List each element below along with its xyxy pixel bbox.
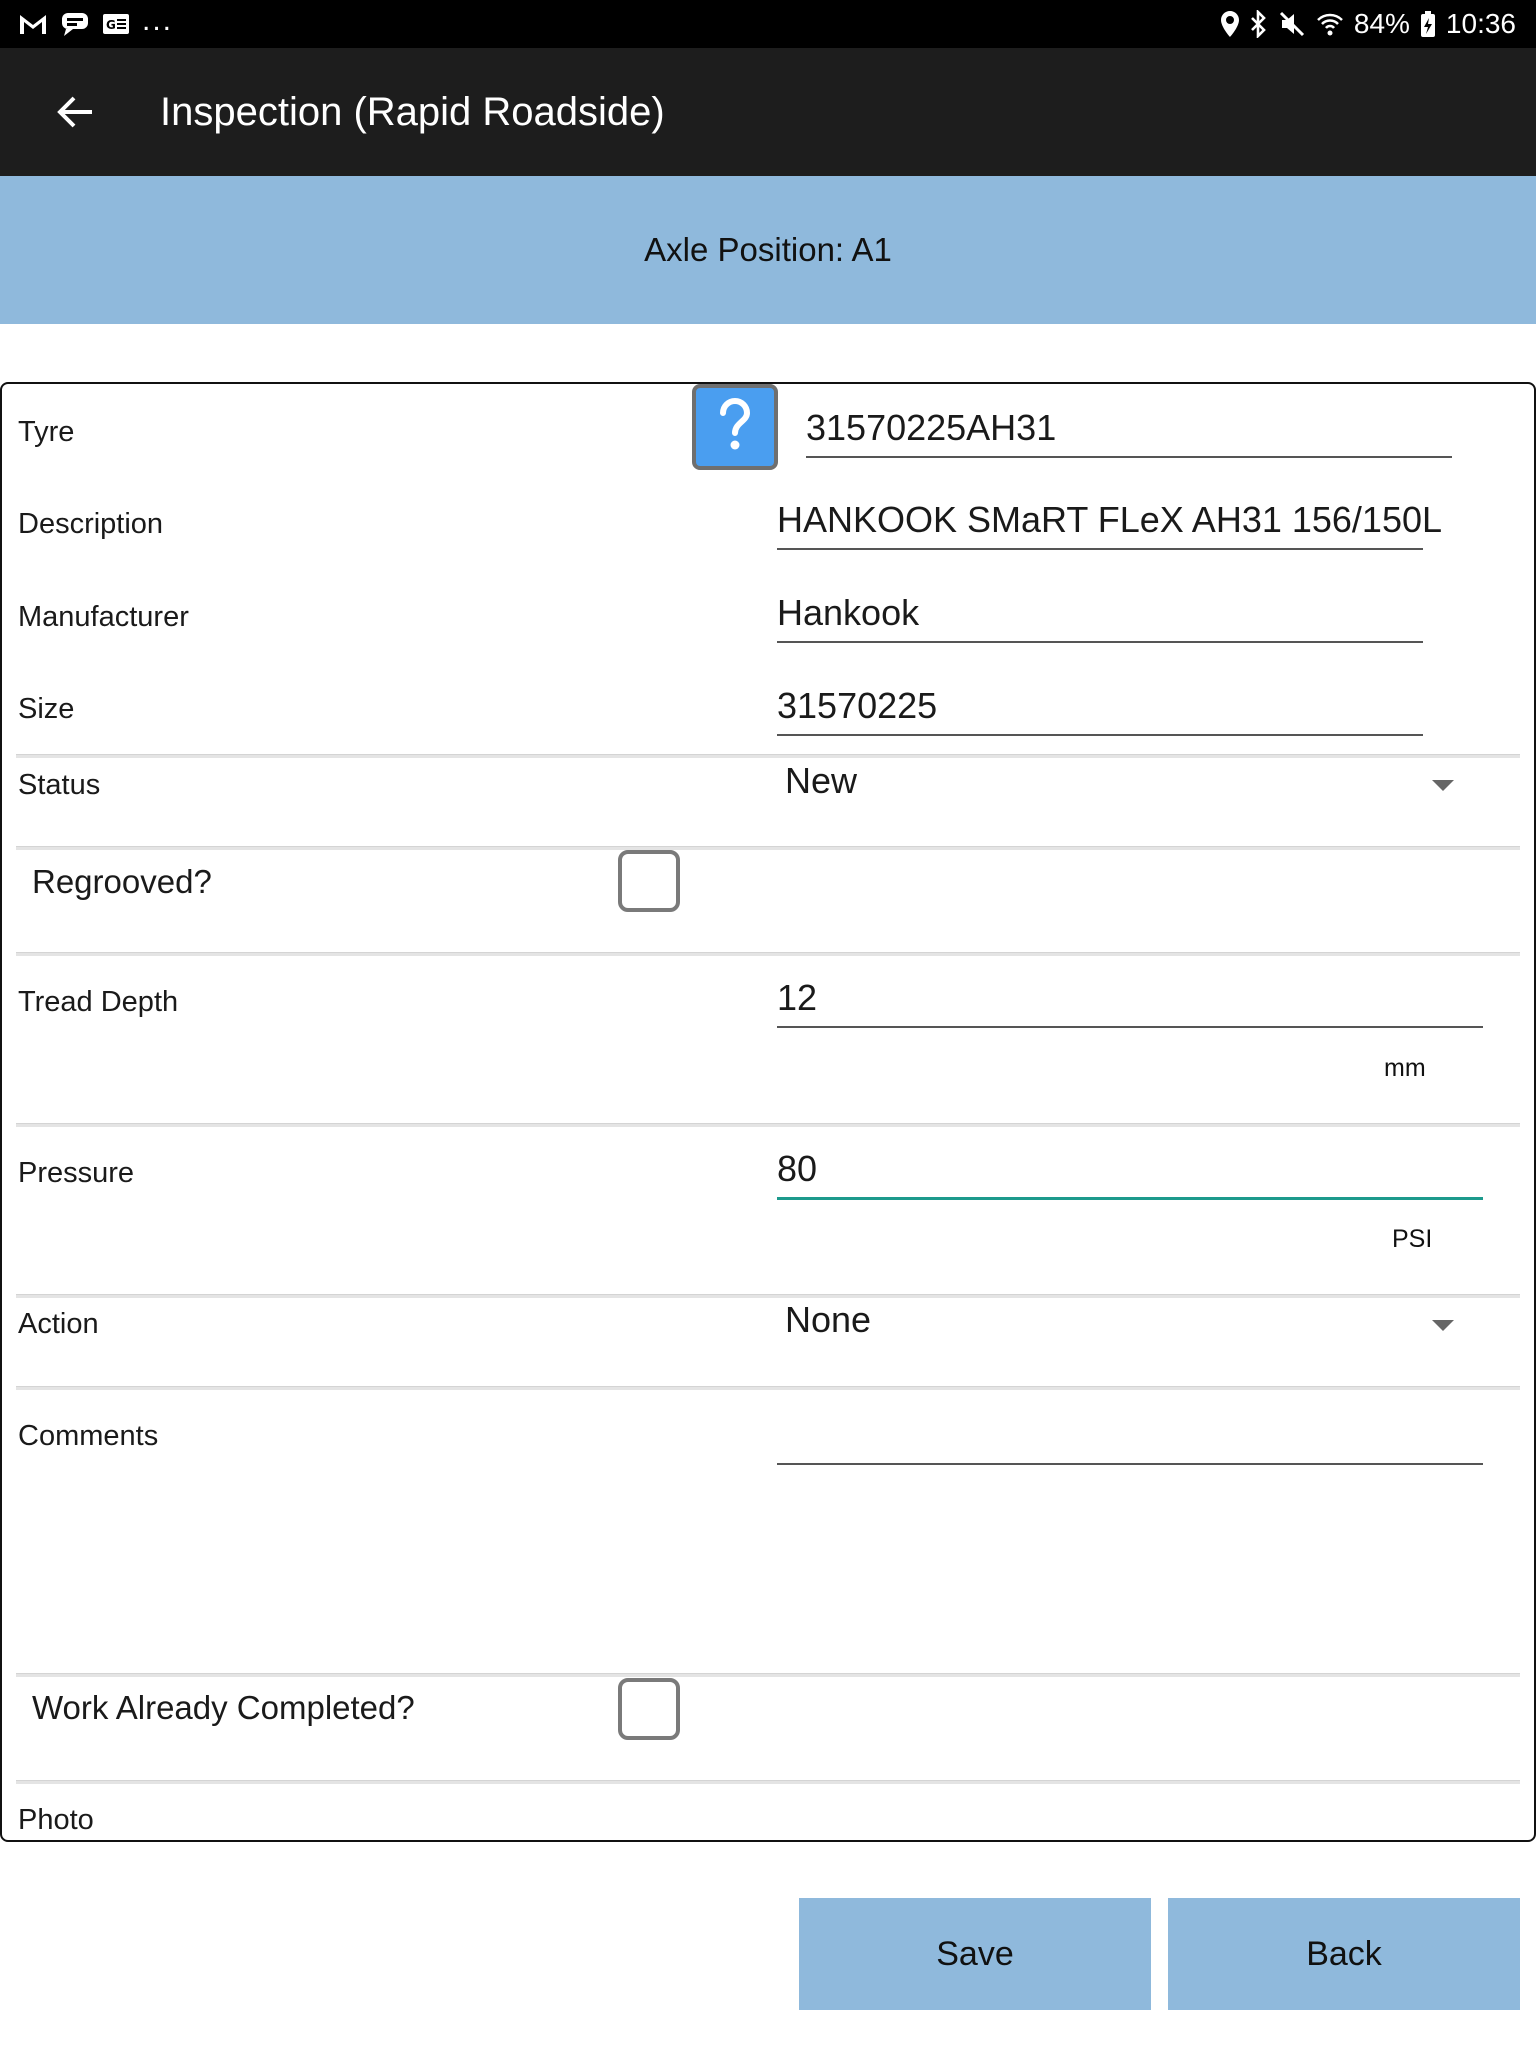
bluetooth-icon: [1250, 10, 1268, 38]
size-field[interactable]: 31570225: [777, 684, 937, 728]
description-underline: [777, 548, 1423, 550]
pressure-unit: PSI: [1392, 1225, 1433, 1253]
status-label: Status: [18, 769, 101, 801]
status-dropdown[interactable]: New: [785, 759, 857, 803]
divider: [16, 1386, 1520, 1390]
comments-label: Comments: [18, 1420, 159, 1452]
comments-underline: [777, 1463, 1483, 1465]
manufacturer-underline: [777, 641, 1423, 643]
help-button[interactable]: [692, 384, 778, 470]
svg-text:G: G: [106, 18, 116, 32]
tyre-field[interactable]: 31570225AH31: [806, 406, 1056, 450]
action-dropdown[interactable]: None: [785, 1298, 871, 1342]
tyre-underline: [806, 456, 1452, 458]
description-label: Description: [18, 508, 164, 540]
more-notifications: ...: [142, 4, 174, 37]
work-completed-checkbox[interactable]: [618, 1678, 680, 1740]
gmail-icon: [18, 12, 48, 36]
app-bar: Inspection (Rapid Roadside): [0, 48, 1536, 176]
divider: [16, 1673, 1520, 1677]
system-icons: 84% 10:36: [1220, 6, 1516, 42]
notification-icons: G ...: [18, 4, 174, 40]
status-bar: G ... 84% 10:36: [0, 0, 1536, 48]
news-icon: G: [102, 12, 130, 36]
divider: [16, 1780, 1520, 1784]
tread-depth-unit: mm: [1384, 1054, 1426, 1082]
regrooved-label: Regrooved?: [32, 863, 212, 900]
tread-depth-underline: [777, 1026, 1483, 1028]
back-button[interactable]: Back: [1168, 1898, 1520, 2010]
action-dropdown-chevron-down-icon[interactable]: [1432, 1320, 1454, 1331]
tread-depth-field[interactable]: 12: [777, 976, 817, 1020]
pressure-label: Pressure: [18, 1157, 135, 1189]
manufacturer-label: Manufacturer: [18, 601, 189, 633]
regrooved-checkbox[interactable]: [618, 850, 680, 912]
photo-label: Photo: [18, 1804, 94, 1836]
question-mark-icon: [715, 397, 755, 458]
pressure-underline-focused: [777, 1197, 1483, 1200]
description-field[interactable]: HANKOOK SMaRT FLeX AH31 156/150L: [777, 498, 1442, 542]
size-label: Size: [18, 693, 75, 725]
wifi-icon: [1316, 11, 1344, 37]
status-dropdown-chevron-down-icon[interactable]: [1432, 780, 1454, 791]
tread-depth-label: Tread Depth: [18, 986, 179, 1018]
back-arrow-icon[interactable]: [40, 76, 112, 148]
action-label: Action: [18, 1308, 99, 1340]
battery-charging-icon: [1420, 10, 1436, 38]
save-button[interactable]: Save: [799, 1898, 1151, 2010]
chat-icon: [60, 11, 90, 37]
divider: [16, 754, 1520, 758]
divider: [16, 1294, 1520, 1298]
axle-position-banner: Axle Position: A1: [0, 176, 1536, 324]
divider: [16, 1123, 1520, 1127]
divider: [16, 846, 1520, 850]
inspection-form: Tyre 31570225AH31 Description HANKOOK SM…: [0, 382, 1536, 1842]
mute-icon: [1278, 10, 1306, 38]
work-completed-label: Work Already Completed?: [32, 1689, 415, 1726]
page-title: Inspection (Rapid Roadside): [160, 90, 665, 134]
location-icon: [1220, 10, 1240, 38]
manufacturer-field[interactable]: Hankook: [777, 591, 919, 635]
divider: [16, 952, 1520, 956]
battery-percent: 84%: [1353, 8, 1410, 39]
size-underline: [777, 734, 1423, 736]
tyre-label: Tyre: [18, 416, 75, 448]
clock: 10:36: [1445, 8, 1516, 39]
pressure-field[interactable]: 80: [777, 1147, 817, 1191]
axle-position-label: Axle Position: A1: [644, 231, 892, 268]
